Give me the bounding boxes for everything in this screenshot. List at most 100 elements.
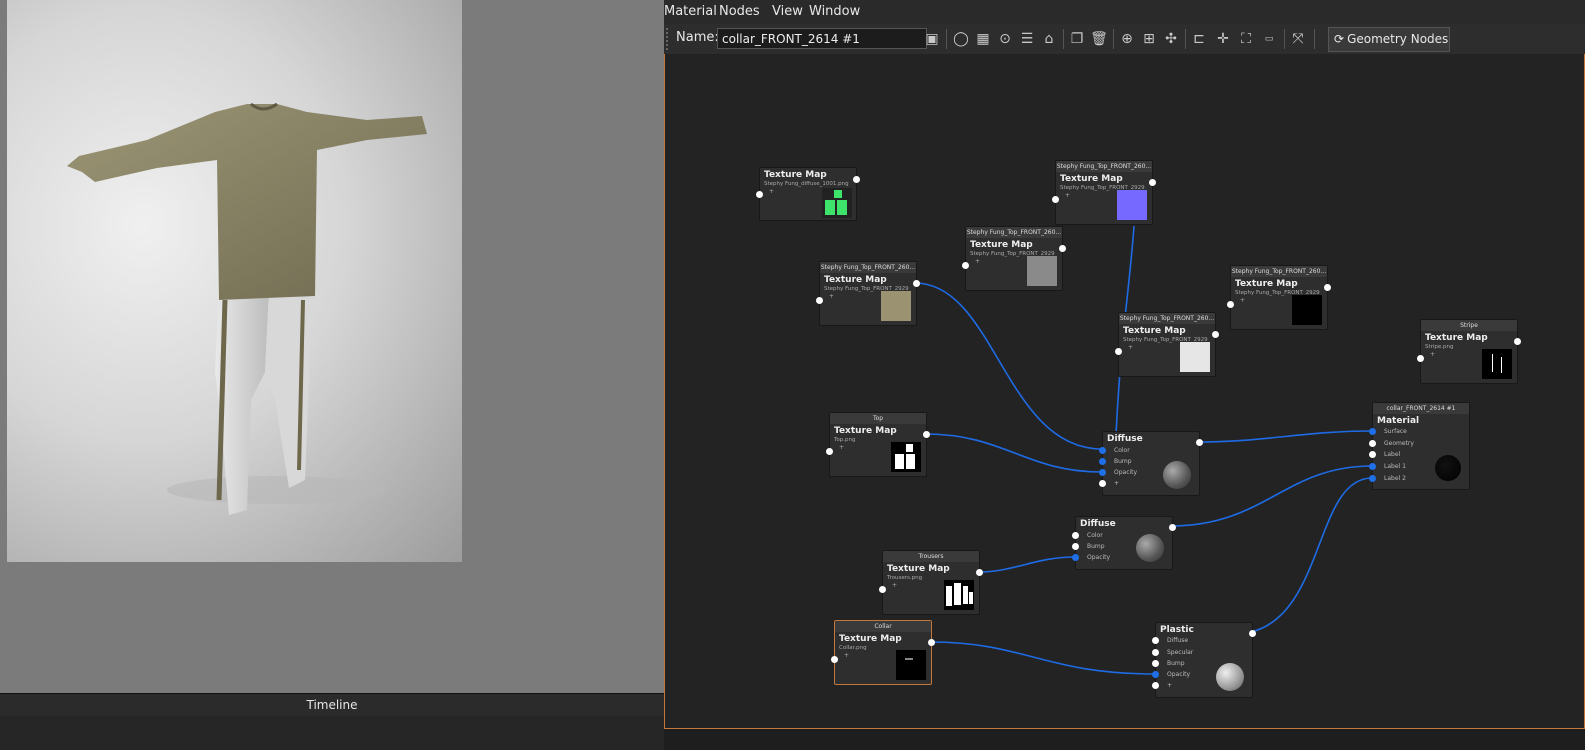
output-socket[interactable]: [1149, 179, 1156, 186]
input-socket[interactable]: [962, 262, 969, 269]
add-node-icon[interactable]: ⊕: [1117, 29, 1137, 49]
output-socket[interactable]: [1169, 524, 1176, 531]
texture-map-node-normal[interactable]: Stephy Fung_Top_FRONT_260... Texture Map…: [1052, 160, 1156, 225]
toolbar-grip[interactable]: [666, 28, 668, 50]
name-label: Name:: [676, 30, 719, 45]
node-header: Trousers: [883, 551, 979, 562]
node-header: Top: [830, 413, 926, 424]
input-socket[interactable]: [1152, 660, 1159, 667]
input-socket[interactable]: [826, 448, 833, 455]
output-socket[interactable]: [913, 280, 920, 287]
sphere-preview-icon[interactable]: ◯: [951, 29, 971, 49]
material-name-input[interactable]: [717, 28, 927, 49]
input-socket[interactable]: [1099, 447, 1106, 454]
input-socket[interactable]: [1369, 440, 1376, 447]
layout-icon[interactable]: ⊏: [1189, 29, 1209, 49]
input-socket[interactable]: [1152, 671, 1159, 678]
output-socket[interactable]: [928, 639, 935, 646]
node-header: Stephy Fung_Top_FRONT_260...: [1231, 266, 1327, 277]
crosshair-icon[interactable]: ✛: [1213, 29, 1233, 49]
menu-material[interactable]: Material: [664, 0, 717, 24]
menu-nodes[interactable]: Nodes: [719, 0, 760, 24]
input-socket[interactable]: [1369, 428, 1376, 435]
menu-window[interactable]: Window: [809, 0, 860, 24]
geometry-nodes-button[interactable]: ⟳ Geometry Nodes: [1328, 27, 1450, 52]
input-label: Label 1: [1384, 463, 1406, 470]
node-title: Texture Map: [1235, 279, 1298, 289]
material-preview: [1435, 455, 1461, 481]
input-socket[interactable]: [1369, 463, 1376, 470]
input-socket[interactable]: [1227, 301, 1234, 308]
texture-thumbnail: [891, 442, 921, 472]
fit-view-icon[interactable]: ⛶: [1236, 29, 1256, 49]
input-socket[interactable]: [1099, 480, 1106, 487]
checker-icon[interactable]: ▦: [973, 29, 993, 49]
timeline-bar[interactable]: Timeline: [0, 693, 664, 717]
input-socket[interactable]: [1052, 196, 1059, 203]
wire: [977, 556, 1076, 573]
network-icon[interactable]: ⊞: [1139, 29, 1159, 49]
render-view[interactable]: [7, 0, 462, 562]
input-socket[interactable]: [1072, 532, 1079, 539]
node-title: Texture Map: [839, 634, 902, 644]
output-socket[interactable]: [853, 176, 860, 183]
input-socket[interactable]: [1072, 543, 1079, 550]
graph-icon[interactable]: ✣: [1161, 29, 1181, 49]
zoom-100-icon[interactable]: ▭: [1259, 29, 1279, 49]
input-socket[interactable]: [831, 656, 838, 663]
input-socket[interactable]: [1072, 554, 1079, 561]
node-header: Stephy Fung_Top_FRONT_260...: [820, 262, 916, 273]
menu-view[interactable]: View: [772, 0, 803, 24]
output-socket[interactable]: [923, 431, 930, 438]
texture-map-node-top[interactable]: Top Texture Map Top.png +: [826, 412, 930, 477]
save-icon[interactable]: ▣: [922, 29, 942, 49]
input-socket[interactable]: [1152, 649, 1159, 656]
texture-map-node-gray[interactable]: Stephy Fung_Top_FRONT_260... Texture Map…: [962, 226, 1066, 291]
material-output-node[interactable]: collar_FRONT_2614 #1 Material Surface Ge…: [1369, 402, 1470, 490]
sliders-icon[interactable]: ☰: [1017, 29, 1037, 49]
input-socket[interactable]: [1115, 348, 1122, 355]
output-socket[interactable]: [1212, 331, 1219, 338]
texture-map-node-fabric[interactable]: Stephy Fung_Top_FRONT_260... Texture Map…: [816, 261, 920, 326]
texture-map-node-diffuse[interactable]: Texture Map Stephy Fung_diffuse_1001.png…: [756, 167, 860, 221]
node-title: Texture Map: [1123, 326, 1186, 336]
branch-icon[interactable]: ⤧: [1288, 29, 1308, 49]
input-label: Bump: [1167, 660, 1185, 667]
input-socket[interactable]: [1099, 469, 1106, 476]
output-socket[interactable]: [1059, 245, 1066, 252]
input-socket[interactable]: [756, 191, 763, 198]
output-socket[interactable]: [1249, 630, 1256, 637]
input-socket[interactable]: [1152, 637, 1159, 644]
play-icon[interactable]: ⊙: [995, 29, 1015, 49]
texture-map-node-white[interactable]: Stephy Fung_Top_FRONT_260... Texture Map…: [1115, 312, 1219, 377]
input-socket[interactable]: [879, 586, 886, 593]
wire: [1250, 477, 1373, 633]
material-preview: [1163, 461, 1191, 489]
diffuse-node-trousers[interactable]: Diffuse Color Bump Opacity: [1072, 516, 1176, 570]
texture-map-node-collar[interactable]: Collar Texture Map Collar.png +: [831, 620, 935, 685]
delete-icon[interactable]: 🗑: [1089, 29, 1109, 49]
output-socket[interactable]: [1196, 439, 1203, 446]
input-socket[interactable]: [1369, 475, 1376, 482]
texture-map-node-stripe[interactable]: Stripe Texture Map Stripe.png +: [1417, 319, 1521, 384]
texture-thumbnail: [1027, 256, 1057, 286]
duplicate-icon[interactable]: ❐: [1067, 29, 1087, 49]
input-socket[interactable]: [816, 297, 823, 304]
texture-map-node-trousers[interactable]: Trousers Texture Map Trousers.png +: [879, 550, 983, 615]
output-socket[interactable]: [976, 569, 983, 576]
input-socket[interactable]: [1152, 682, 1159, 689]
toolbar-separator: [946, 29, 947, 49]
geometry-nodes-label: Geometry Nodes: [1347, 32, 1449, 46]
lock-icon[interactable]: ⌂: [1039, 29, 1059, 49]
toolbar-separator: [1185, 29, 1186, 49]
plastic-node-collar[interactable]: Plastic Diffuse Specular Bump Opacity +: [1152, 622, 1256, 698]
input-socket[interactable]: [1369, 451, 1376, 458]
output-socket[interactable]: [1324, 284, 1331, 291]
texture-map-node-black[interactable]: Stephy Fung_Top_FRONT_260... Texture Map…: [1227, 265, 1331, 330]
input-socket[interactable]: [1099, 458, 1106, 465]
output-socket[interactable]: [1514, 338, 1521, 345]
node-graph-canvas[interactable]: Texture Map Stephy Fung_diffuse_1001.png…: [664, 54, 1585, 729]
diffuse-node-top[interactable]: Diffuse Color Bump Opacity +: [1099, 431, 1203, 496]
input-socket[interactable]: [1417, 355, 1424, 362]
refresh-icon: ⟳: [1334, 32, 1345, 46]
